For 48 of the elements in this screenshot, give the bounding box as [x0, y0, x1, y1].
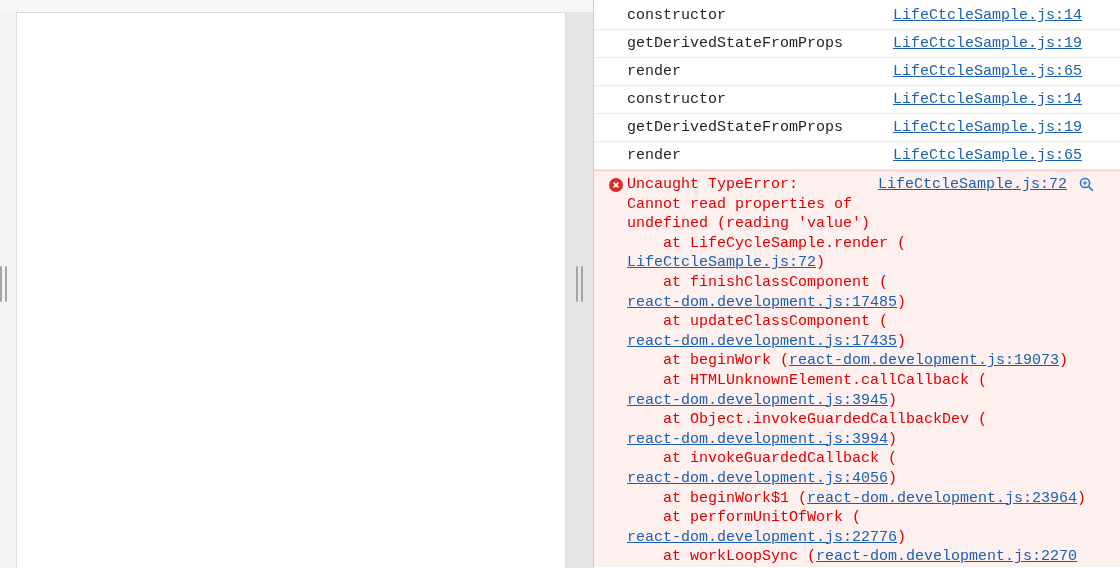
- search-icon[interactable]: [1079, 177, 1094, 192]
- error-message: Cannot read properties of undefined (reading 'value'): [627, 194, 872, 234]
- paren-text: ): [1077, 489, 1087, 507]
- source-link[interactable]: react-dom.development.js:4056: [627, 469, 889, 487]
- log-message: getDerivedStateFromProps: [627, 35, 845, 52]
- stack-frame-text: at workLoopSync (: [663, 548, 817, 566]
- error-title: Uncaught TypeError:: [627, 175, 800, 195]
- stack-frame-text: at finishClassComponent (: [663, 273, 889, 291]
- source-link[interactable]: LifeCtcleSample.js:19: [893, 35, 1083, 52]
- paren-text: ): [816, 254, 826, 272]
- log-message: constructor: [627, 7, 728, 24]
- resize-handle[interactable]: [576, 266, 583, 302]
- source-link[interactable]: LifeCtcleSample.js:72: [627, 254, 817, 272]
- paren-text: ): [888, 430, 898, 448]
- source-link[interactable]: react-dom.development.js:3945: [627, 391, 889, 409]
- error-icon: [609, 178, 623, 192]
- source-link[interactable]: LifeCtcleSample.js:14: [893, 7, 1083, 24]
- stack-frame-text: at LifeCycleSample.render (: [663, 234, 907, 252]
- stack-frame-text: at Object.invokeGuardedCallbackDev (: [663, 411, 988, 429]
- paren-text: ): [888, 469, 898, 487]
- paren-text: ): [897, 332, 907, 350]
- source-link[interactable]: react-dom.development.js:17435: [627, 332, 898, 350]
- source-link[interactable]: react-dom.development.js:17485: [627, 293, 898, 311]
- source-link[interactable]: LifeCtcleSample.js:14: [893, 91, 1083, 108]
- stack-frame-text: at invokeGuardedCallback (: [663, 450, 898, 468]
- source-link[interactable]: LifeCtcleSample.js:72: [877, 175, 1067, 195]
- paren-text: ): [897, 528, 907, 546]
- paren-text: ): [1059, 352, 1069, 370]
- stack-frame-text: at performUnitOfWork (: [663, 509, 862, 527]
- source-link[interactable]: react-dom.development.js:23964: [807, 489, 1078, 507]
- paren-text: ): [888, 391, 898, 409]
- resize-handle[interactable]: [0, 266, 7, 302]
- log-message: getDerivedStateFromProps: [627, 119, 845, 136]
- source-link[interactable]: react-dom.development.js:3994: [627, 430, 889, 448]
- stack-frame-text: at beginWork$1 (: [663, 489, 808, 507]
- stack-frame-text: at updateClassComponent (: [663, 313, 889, 331]
- stack-frame-text: at beginWork (: [663, 352, 790, 370]
- log-message: constructor: [627, 91, 728, 108]
- stack-frame-text: at HTMLUnknownElement.callCallback (: [663, 371, 988, 389]
- source-link[interactable]: LifeCtcleSample.js:19: [893, 119, 1083, 136]
- log-message: render: [627, 63, 682, 80]
- source-link[interactable]: LifeCtcleSample.js:65: [893, 147, 1083, 164]
- source-link[interactable]: react-dom.development.js:2270: [816, 548, 1078, 566]
- source-link[interactable]: LifeCtcleSample.js:65: [893, 63, 1083, 80]
- source-link[interactable]: react-dom.development.js:19073: [789, 352, 1060, 370]
- paren-text: ): [897, 293, 907, 311]
- log-message: render: [627, 147, 682, 164]
- source-link[interactable]: react-dom.development.js:22776: [627, 528, 898, 546]
